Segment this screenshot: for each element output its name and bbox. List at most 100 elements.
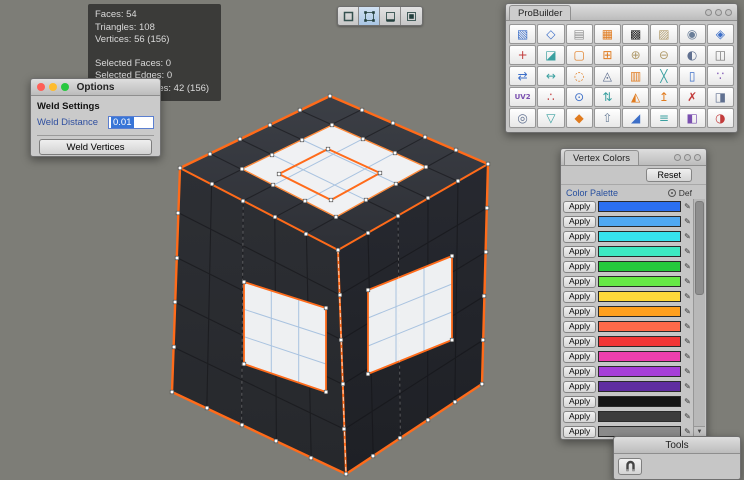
window-control-dot[interactable] — [694, 154, 701, 161]
weld-vertices-button[interactable]: ∴ — [537, 87, 564, 107]
select-loop-button[interactable]: ⇄ — [509, 66, 536, 86]
duplicate-faces-button[interactable]: ◨ — [707, 87, 734, 107]
export-asset-button[interactable]: ⇧ — [594, 108, 621, 128]
color-swatch[interactable] — [598, 231, 681, 242]
new-shape-button[interactable]: ▧ — [509, 24, 536, 44]
material-editor-button[interactable]: ▦ — [594, 24, 621, 44]
eyedropper-icon[interactable]: ✎ — [683, 217, 692, 226]
eyedropper-icon[interactable]: ✎ — [683, 202, 692, 211]
select-hidden-button[interactable]: ◪ — [537, 45, 564, 65]
eyedropper-icon[interactable]: ✎ — [683, 262, 692, 271]
color-swatch[interactable] — [598, 246, 681, 257]
invert-selection-button[interactable]: ◐ — [679, 45, 706, 65]
eyedropper-icon[interactable]: ✎ — [683, 352, 692, 361]
tools-titlebar[interactable]: Tools — [614, 437, 740, 454]
shift-select-button[interactable]: ⊞ — [594, 45, 621, 65]
grow-selection-button[interactable]: ⊕ — [622, 45, 649, 65]
new-poly-shape-button[interactable]: ◇ — [537, 24, 564, 44]
insert-edge-loop-button[interactable]: ▯ — [679, 66, 706, 86]
probuilderize-button[interactable]: ◆ — [566, 108, 593, 128]
object-picker-icon[interactable] — [668, 189, 676, 197]
color-swatch[interactable] — [598, 216, 681, 227]
apply-color-button[interactable]: Apply — [563, 291, 596, 303]
cube-object[interactable] — [170, 94, 490, 476]
apply-color-button[interactable]: Apply — [563, 246, 596, 258]
color-swatch[interactable] — [598, 381, 681, 392]
window-control-dot[interactable] — [715, 9, 722, 16]
apply-color-button[interactable]: Apply — [563, 411, 596, 423]
eyedropper-icon[interactable]: ✎ — [683, 367, 692, 376]
palette-def-label[interactable]: Def — [679, 188, 692, 198]
handle-orientation-button[interactable]: + — [509, 45, 536, 65]
window-control-dot[interactable] — [684, 154, 691, 161]
vertex-colors-titlebar[interactable]: Vertex Colors — [561, 149, 706, 166]
minimize-window-button[interactable] — [49, 83, 57, 91]
color-swatch[interactable] — [598, 321, 681, 332]
bridge-edges-button[interactable]: ≡ — [650, 108, 677, 128]
detach-faces-button[interactable]: ◭ — [622, 87, 649, 107]
close-window-button[interactable] — [37, 83, 45, 91]
conform-normals-button[interactable]: ▽ — [537, 108, 564, 128]
shrink-selection-button[interactable]: ⊖ — [650, 45, 677, 65]
apply-color-button[interactable]: Apply — [563, 426, 596, 438]
select-ring-button[interactable]: ↔ — [537, 66, 564, 86]
smooth-preview-button[interactable]: ◉ — [679, 24, 706, 44]
mirror-objects-button[interactable]: ◧ — [679, 108, 706, 128]
subdivide-faces-button[interactable]: ▥ — [622, 66, 649, 86]
snap-tool-button[interactable] — [618, 458, 642, 475]
vertex-colors-tab[interactable]: Vertex Colors — [564, 150, 639, 165]
edge-mode-button[interactable] — [380, 7, 401, 25]
color-swatch[interactable] — [598, 336, 681, 347]
connect-edges-button[interactable]: ╳ — [650, 66, 677, 86]
eyedropper-icon[interactable]: ✎ — [683, 292, 692, 301]
window-control-dot[interactable] — [725, 9, 732, 16]
center-pivot-button[interactable]: ◎ — [509, 108, 536, 128]
weld-vertices-button[interactable]: Weld Vertices — [39, 139, 151, 155]
color-swatch[interactable] — [598, 306, 681, 317]
flip-normals-button[interactable]: ⇅ — [594, 87, 621, 107]
eyedropper-icon[interactable]: ✎ — [683, 427, 692, 436]
object-mode-button[interactable] — [338, 7, 359, 25]
eyedropper-icon[interactable]: ✎ — [683, 322, 692, 331]
color-swatch[interactable] — [598, 366, 681, 377]
apply-color-button[interactable]: Apply — [563, 276, 596, 288]
color-swatch[interactable] — [598, 351, 681, 362]
bevel-edges-button[interactable]: ◢ — [622, 108, 649, 128]
apply-color-button[interactable]: Apply — [563, 336, 596, 348]
vertex-mode-button[interactable] — [359, 7, 380, 25]
eyedropper-icon[interactable]: ✎ — [683, 277, 692, 286]
eyedropper-icon[interactable]: ✎ — [683, 397, 692, 406]
rect-select-button[interactable]: ▢ — [566, 45, 593, 65]
fill-hole-button[interactable]: ◌ — [566, 66, 593, 86]
color-swatch[interactable] — [598, 201, 681, 212]
apply-color-button[interactable]: Apply — [563, 231, 596, 243]
probuilder-tab[interactable]: ProBuilder — [509, 5, 571, 20]
delete-faces-button[interactable]: ✗ — [679, 87, 706, 107]
bezier-shape-button[interactable]: ◈ — [707, 24, 734, 44]
eyedropper-icon[interactable]: ✎ — [683, 412, 692, 421]
apply-color-button[interactable]: Apply — [563, 396, 596, 408]
eyedropper-icon[interactable]: ✎ — [683, 382, 692, 391]
extrude-faces-button[interactable]: ↥ — [650, 87, 677, 107]
apply-color-button[interactable]: Apply — [563, 351, 596, 363]
color-swatch[interactable] — [598, 276, 681, 287]
weld-distance-input[interactable]: 0.01 — [108, 116, 154, 129]
eyedropper-icon[interactable]: ✎ — [683, 337, 692, 346]
select-by-material-button[interactable]: ◫ — [707, 45, 734, 65]
face-mode-button[interactable] — [401, 7, 422, 25]
generate-uv2-button[interactable]: UV2 — [509, 87, 536, 107]
triangulate-faces-button[interactable]: ◬ — [594, 66, 621, 86]
apply-color-button[interactable]: Apply — [563, 216, 596, 228]
scrollbar-thumb[interactable] — [695, 201, 704, 295]
window-control-dot[interactable] — [705, 9, 712, 16]
vertical-scrollbar[interactable]: ▼ — [693, 199, 705, 438]
apply-color-button[interactable]: Apply — [563, 306, 596, 318]
color-swatch[interactable] — [598, 411, 681, 422]
color-swatch[interactable] — [598, 291, 681, 302]
lightmap-uv-button[interactable]: ▨ — [650, 24, 677, 44]
uv-editor-button[interactable]: ▩ — [622, 24, 649, 44]
reset-button[interactable]: Reset — [646, 168, 692, 182]
eyedropper-icon[interactable]: ✎ — [683, 247, 692, 256]
smoothing-groups-button[interactable]: ▤ — [566, 24, 593, 44]
eyedropper-icon[interactable]: ✎ — [683, 307, 692, 316]
